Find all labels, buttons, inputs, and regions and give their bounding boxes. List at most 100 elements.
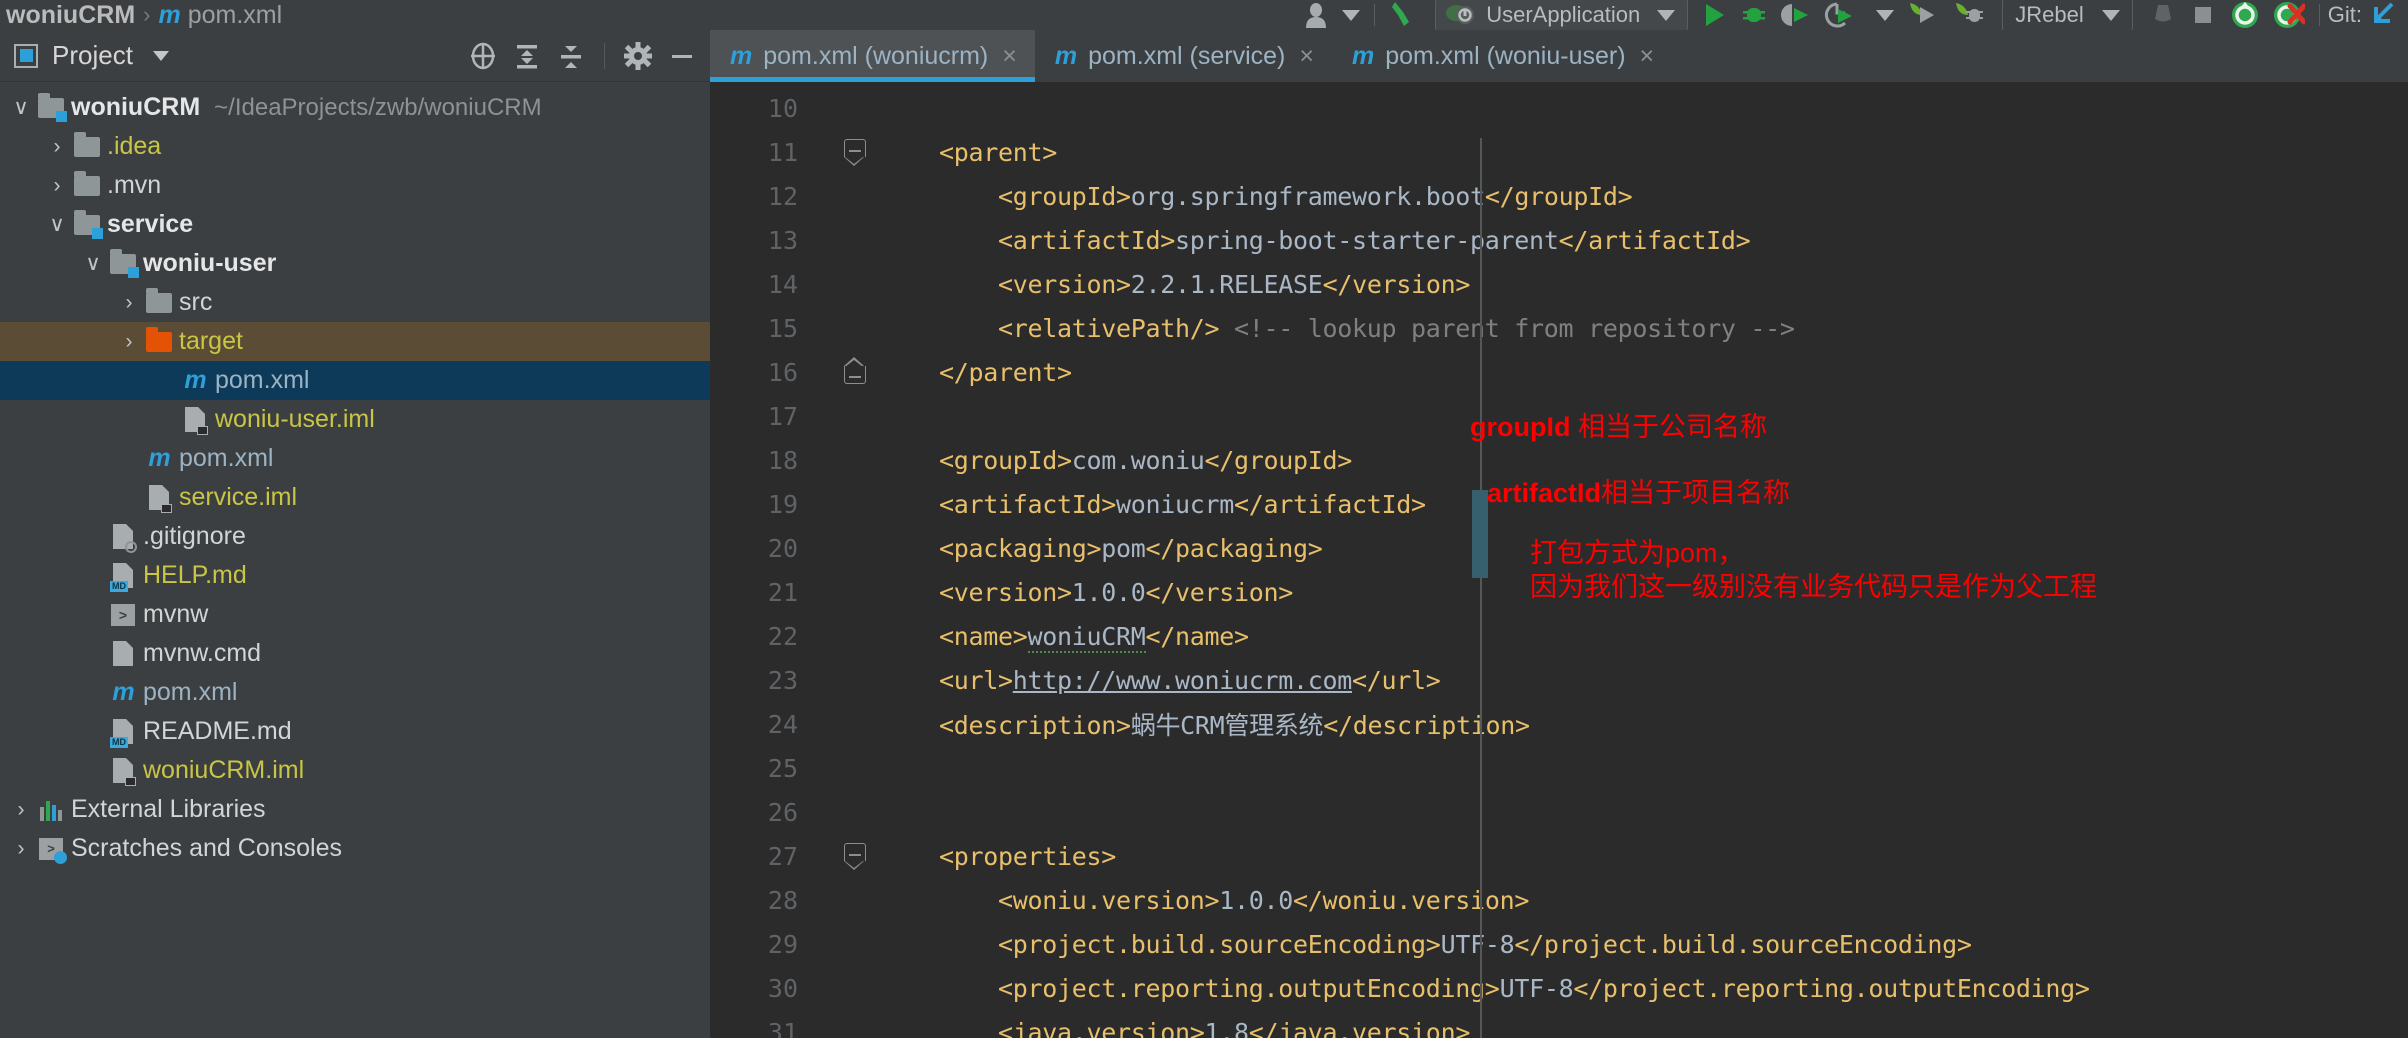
git-update-icon[interactable] [2362, 0, 2404, 30]
code-line[interactable]: 14 <version>2.2.1.RELEASE</version> [710, 262, 2408, 306]
tree-item[interactable]: › target [0, 322, 710, 361]
code-line[interactable]: 13 <artifactId>spring-boot-starter-paren… [710, 218, 2408, 262]
jrebel-caret-icon[interactable] [2101, 9, 2120, 21]
tree-item[interactable]: .gitignore [0, 517, 710, 556]
project-tree[interactable]: ∨ woniuCRM ~/IdeaProjects/zwb/woniuCRM › .id… [0, 82, 710, 868]
sync-error-icon[interactable] [2267, 0, 2311, 30]
tree-item[interactable]: service.iml [0, 478, 710, 517]
gutter-cell[interactable] [820, 790, 880, 834]
code-line[interactable]: 24 <description>蜗牛CRM管理系统</description> [710, 702, 2408, 746]
gutter-cell[interactable] [820, 174, 880, 218]
vcs-change-marker[interactable] [1472, 490, 1488, 578]
code-line[interactable]: 16 </parent> [710, 350, 2408, 394]
breadcrumb-file[interactable]: pom.xml [188, 1, 282, 30]
tree-item[interactable]: › .idea [0, 127, 710, 166]
locate-icon[interactable] [463, 36, 503, 76]
sync-icon[interactable] [2223, 0, 2267, 30]
wrench-icon[interactable] [1383, 0, 1429, 30]
tree-item[interactable]: mvnw.cmd [0, 634, 710, 673]
gutter-cell[interactable] [820, 966, 880, 1010]
chevron-right-icon[interactable]: › [44, 136, 70, 157]
project-panel-title[interactable]: Project [14, 40, 169, 71]
gutter-cell[interactable] [820, 702, 880, 746]
user-caret-icon[interactable] [1342, 9, 1361, 21]
code-line[interactable]: 15 <relativePath/> <!-- lookup parent fr… [710, 306, 2408, 350]
more-caret-icon[interactable] [1862, 0, 1900, 30]
chevron-down-icon[interactable] [152, 50, 169, 61]
chevron-right-icon[interactable]: › [116, 292, 142, 313]
code-line[interactable]: 23 <url>http://www.woniucrm.com</url> [710, 658, 2408, 702]
tree-item[interactable]: m pom.xml [0, 673, 710, 712]
gutter-cell[interactable] [820, 130, 880, 174]
run-icon[interactable] [1694, 0, 1734, 30]
code-line[interactable]: 30 <project.reporting.outputEncoding>UTF… [710, 966, 2408, 1010]
code-line[interactable]: 27 <properties> [710, 834, 2408, 878]
hide-icon[interactable] [662, 36, 702, 76]
gutter-cell[interactable] [820, 86, 880, 130]
jrebel-run-icon[interactable] [1900, 0, 1946, 30]
close-icon[interactable]: × [1002, 42, 1017, 71]
tree-item[interactable]: ∨ woniuCRM ~/IdeaProjects/zwb/woniuCRM [0, 88, 710, 127]
gutter-cell[interactable] [820, 746, 880, 790]
jrebel-debug-icon[interactable] [1946, 0, 1992, 30]
gutter-cell[interactable] [820, 262, 880, 306]
tree-item[interactable]: woniu-user.iml [0, 400, 710, 439]
tree-item[interactable]: ∨ service [0, 205, 710, 244]
gutter-cell[interactable] [820, 350, 880, 394]
chevron-down-icon[interactable]: ∨ [80, 253, 106, 274]
gutter-cell[interactable] [820, 306, 880, 350]
tree-item[interactable]: ∨ woniu-user [0, 244, 710, 283]
tree-item[interactable]: > mvnw [0, 595, 710, 634]
chevron-down-icon[interactable]: ∨ [8, 97, 34, 118]
breadcrumb-project[interactable]: woniuCRM [6, 1, 135, 30]
chevron-right-icon[interactable]: › [44, 175, 70, 196]
code-line[interactable]: 11 <parent> [710, 130, 2408, 174]
close-icon[interactable]: × [1640, 42, 1655, 71]
tree-item[interactable]: › > Scratches and Consoles [0, 829, 710, 868]
run-with-coverage-icon[interactable] [1774, 0, 1818, 30]
tree-item[interactable]: › src [0, 283, 710, 322]
editor-tab[interactable]: m pom.xml (woniu-user) × [1332, 30, 1672, 82]
close-icon[interactable]: × [1299, 42, 1314, 71]
code-line[interactable]: 31 <java.version>1.8</java.version> [710, 1010, 2408, 1038]
chevron-right-icon[interactable]: › [8, 838, 34, 859]
code-fold-open-icon[interactable] [843, 139, 866, 166]
profile-icon[interactable] [1818, 0, 1862, 30]
collapse-all-icon[interactable] [551, 36, 591, 76]
code-line[interactable]: 18 <groupId>com.woniu</groupId> [710, 438, 2408, 482]
settings-gear-icon[interactable] [618, 36, 658, 76]
gutter-cell[interactable] [820, 438, 880, 482]
gutter-cell[interactable] [820, 834, 880, 878]
gutter-cell[interactable] [820, 482, 880, 526]
expand-all-icon[interactable] [507, 36, 547, 76]
run-configuration-selector[interactable]: UserApplication [1435, 0, 1689, 32]
gutter-cell[interactable] [820, 526, 880, 570]
jrebel-selector[interactable]: JRebel [2002, 0, 2133, 32]
gutter-cell[interactable] [820, 218, 880, 262]
code-fold-open-icon[interactable] [843, 843, 866, 870]
gutter-cell[interactable] [820, 658, 880, 702]
code-line[interactable]: 26 [710, 790, 2408, 834]
editor-tab[interactable]: m pom.xml (service) × [1035, 30, 1332, 82]
chevron-down-icon[interactable]: ∨ [44, 214, 70, 235]
tree-item[interactable]: MD README.md [0, 712, 710, 751]
code-line[interactable]: 29 <project.build.sourceEncoding>UTF-8</… [710, 922, 2408, 966]
run-config-caret-icon[interactable] [1657, 9, 1676, 21]
hammer-icon[interactable] [2183, 0, 2223, 30]
debug-icon[interactable] [1734, 0, 1774, 30]
gutter-cell[interactable] [820, 922, 880, 966]
gutter-cell[interactable] [820, 1010, 880, 1038]
code-line[interactable]: 10 [710, 86, 2408, 130]
code-line[interactable]: 25 [710, 746, 2408, 790]
tree-item[interactable]: m pom.xml [0, 361, 710, 400]
gutter-cell[interactable] [820, 394, 880, 438]
editor-tab[interactable]: m pom.xml (woniucrm) × [710, 30, 1035, 82]
code-fold-close-icon[interactable] [843, 357, 866, 384]
code-line[interactable]: 28 <woniu.version>1.0.0</woniu.version> [710, 878, 2408, 922]
chevron-right-icon[interactable]: › [8, 799, 34, 820]
gutter-cell[interactable] [820, 614, 880, 658]
code-line[interactable]: 22 <name>woniuCRM</name> [710, 614, 2408, 658]
chevron-right-icon[interactable]: › [116, 331, 142, 352]
code-line[interactable]: 12 <groupId>org.springframework.boot</gr… [710, 174, 2408, 218]
tree-item[interactable]: woniuCRM.iml [0, 751, 710, 790]
